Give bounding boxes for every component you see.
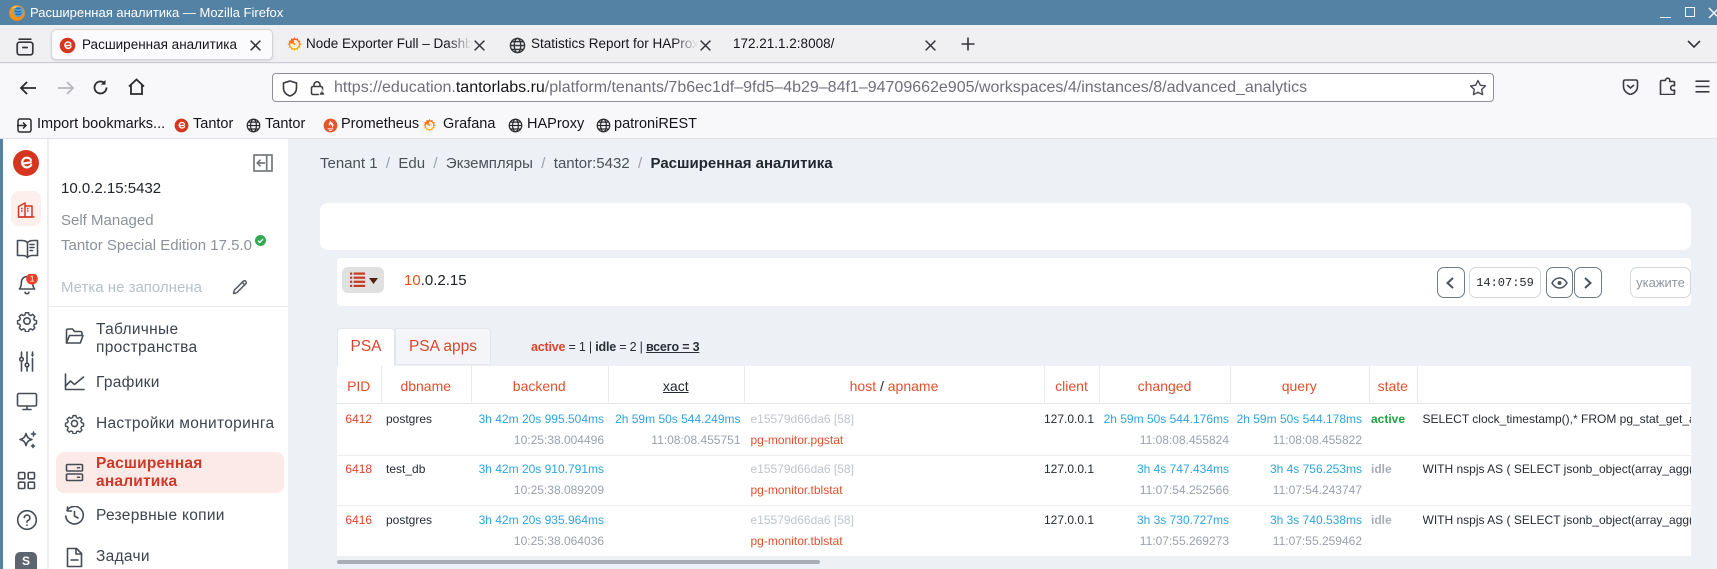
svg-text:1: 1 [30,274,35,284]
